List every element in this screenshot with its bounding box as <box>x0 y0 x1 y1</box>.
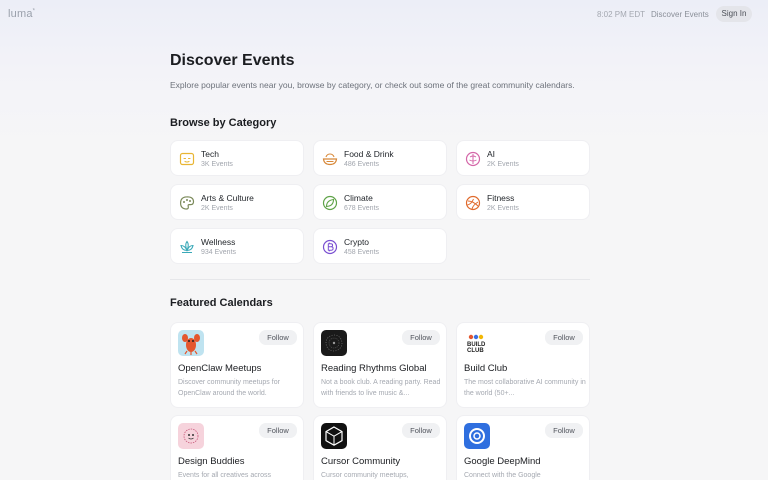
lobster-avatar-icon <box>178 330 204 356</box>
deepmind-avatar-icon <box>464 423 490 449</box>
category-card-fitness[interactable]: Fitness 2K Events <box>456 184 590 220</box>
calendar-description: Not a book club. A reading party. Read w… <box>321 379 441 397</box>
category-card-tech[interactable]: Tech 3K Events <box>170 140 304 176</box>
leaf-globe-icon <box>322 195 338 211</box>
svg-text:CLUB: CLUB <box>467 348 484 354</box>
tech-icon <box>179 152 195 166</box>
category-name: Climate <box>344 193 373 203</box>
category-name: Food & Drink <box>344 149 394 159</box>
category-count: 678 Events <box>344 205 380 212</box>
reading-rhythms-avatar-icon <box>321 330 347 356</box>
calendar-card-design-buddies[interactable]: Follow Design Buddies Events for all cre… <box>170 415 304 480</box>
calendar-description: Discover community meetups for OpenClaw … <box>178 379 280 397</box>
category-count: 2K Events <box>487 205 519 212</box>
category-card-crypto[interactable]: Crypto 458 Events <box>313 228 447 264</box>
lotus-icon <box>180 240 194 253</box>
category-card-wellness[interactable]: Wellness 934 Events <box>170 228 304 264</box>
calendar-description: Connect with the Google <box>464 472 541 479</box>
calendar-name: Cursor Community <box>321 456 401 467</box>
follow-button[interactable]: Follow <box>259 330 297 345</box>
category-name: Wellness <box>201 237 236 247</box>
follow-button[interactable]: Follow <box>402 423 440 438</box>
sign-in-button[interactable]: Sign In <box>716 6 752 22</box>
featured-calendars-heading: Featured Calendars <box>170 297 273 309</box>
browse-by-category-heading: Browse by Category <box>170 117 277 129</box>
follow-button[interactable]: Follow <box>259 423 297 438</box>
palette-icon <box>179 196 195 210</box>
build-club-avatar-icon: BUILD CLUB <box>464 330 490 356</box>
discover-events-link[interactable]: Discover Events <box>651 10 709 19</box>
category-count: 2K Events <box>201 205 233 212</box>
follow-button[interactable]: Follow <box>545 330 583 345</box>
calendar-name: Reading Rhythms Global <box>321 363 427 374</box>
category-name: Tech <box>201 149 219 159</box>
category-card-climate[interactable]: Climate 678 Events <box>313 184 447 220</box>
calendar-name: Google DeepMind <box>464 456 541 467</box>
category-card-food-drink[interactable]: Food & Drink 486 Events <box>313 140 447 176</box>
calendar-card-reading-rhythms[interactable]: Follow Reading Rhythms Global Not a book… <box>313 322 447 408</box>
calendar-description: The most collaborative AI community in t… <box>464 379 586 397</box>
cursor-cube-avatar-icon <box>321 423 347 449</box>
page-title: Discover Events <box>170 52 295 69</box>
calendar-description: Cursor community meetups, <box>321 472 409 479</box>
calendar-name: Design Buddies <box>178 456 245 467</box>
calendar-description: Events for all creatives across <box>178 472 271 479</box>
category-name: AI <box>487 149 496 159</box>
runner-icon <box>465 195 481 211</box>
category-name: Crypto <box>344 237 370 247</box>
category-card-arts-culture[interactable]: Arts & Culture 2K Events <box>170 184 304 220</box>
bitcoin-icon <box>322 239 338 255</box>
top-bar: luma* 8:02 PM EDT Discover Events Sign I… <box>0 0 768 28</box>
logo-text: luma <box>8 8 33 20</box>
follow-button[interactable]: Follow <box>545 423 583 438</box>
section-divider <box>170 279 590 280</box>
category-name: Arts & Culture <box>201 193 254 203</box>
category-name: Fitness <box>487 193 515 203</box>
food-bowl-icon <box>322 153 338 166</box>
category-count: 458 Events <box>344 249 380 256</box>
follow-button[interactable]: Follow <box>402 330 440 345</box>
design-buddies-avatar-icon <box>178 423 204 449</box>
category-count: 486 Events <box>344 161 380 168</box>
calendar-card-google-deepmind[interactable]: Follow Google DeepMind Connect with the … <box>456 415 590 480</box>
luma-logo[interactable]: luma* <box>8 8 35 20</box>
calendar-name: OpenClaw Meetups <box>178 363 262 374</box>
category-count: 934 Events <box>201 249 237 256</box>
calendar-name: Build Club <box>464 363 508 374</box>
calendar-card-openclaw[interactable]: Follow OpenClaw Meetups Discover communi… <box>170 322 304 408</box>
page-subtitle: Explore popular events near you, browse … <box>170 80 575 90</box>
ai-brain-icon <box>465 151 481 167</box>
calendar-card-build-club[interactable]: BUILD CLUB Follow Build Club The most co… <box>456 322 590 408</box>
category-count: 3K Events <box>201 161 233 168</box>
calendar-card-cursor-community[interactable]: Follow Cursor Community Cursor community… <box>313 415 447 480</box>
logo-mark: * <box>32 8 36 15</box>
current-time: 8:02 PM EDT <box>597 10 646 19</box>
category-card-ai[interactable]: AI 2K Events <box>456 140 590 176</box>
category-count: 2K Events <box>487 161 519 168</box>
